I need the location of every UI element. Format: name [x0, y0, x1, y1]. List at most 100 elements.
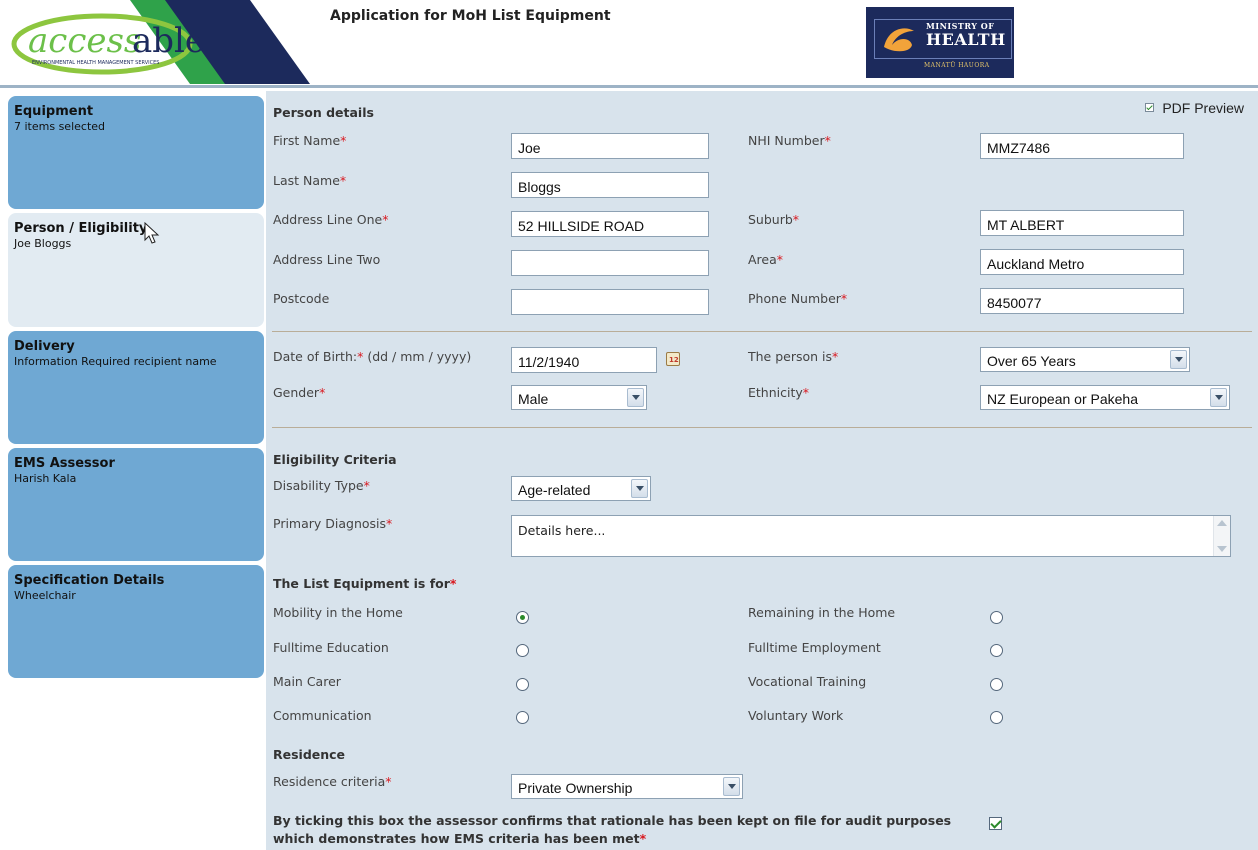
ministry-of-health-logo: MINISTRY OF HEALTH MANATŪ HAUORA: [866, 7, 1014, 78]
primary-diagnosis-label: Primary Diagnosis*: [273, 516, 392, 531]
required-marker: *: [363, 478, 370, 493]
select-value: Private Ownership: [518, 780, 633, 796]
moh-logo-line2: HEALTH: [926, 30, 1006, 49]
sidebar-item-subtitle: Information Required recipient name: [14, 355, 217, 368]
area-label: Area*: [748, 252, 783, 267]
person-is-label: The person is*: [748, 349, 838, 364]
chevron-down-icon[interactable]: [631, 479, 648, 498]
residence-criteria-select[interactable]: Private Ownership: [511, 774, 743, 799]
required-marker: *: [319, 385, 326, 400]
accessable-logo: access able ENVIRONMENTAL HEALTH MANAGEM…: [11, 0, 310, 84]
option-education-radio[interactable]: [516, 644, 529, 657]
pdf-preview-toggle[interactable]: PDF Preview: [1145, 100, 1244, 116]
textarea-value: Details here...: [518, 523, 606, 538]
option-remaining-radio[interactable]: [990, 611, 1003, 624]
moh-logo-line3: MANATŪ HAUORA: [924, 62, 990, 69]
label-text: Date of Birth:: [273, 349, 358, 364]
label-text: Area: [748, 252, 777, 267]
first-name-label: First Name*: [273, 133, 346, 148]
primary-diagnosis-textarea[interactable]: Details here...: [511, 515, 1231, 557]
eligibility-criteria-heading: Eligibility Criteria: [273, 452, 397, 467]
phone-number-field[interactable]: 8450077: [980, 288, 1184, 314]
logo-subtext: ENVIRONMENTAL HEALTH MANAGEMENT SERVICES: [32, 60, 159, 66]
select-value: Over 65 Years: [987, 353, 1076, 369]
option-mobility-label: Mobility in the Home: [273, 605, 403, 620]
person-is-select[interactable]: Over 65 Years: [980, 347, 1190, 372]
suburb-field[interactable]: MT ALBERT: [980, 210, 1184, 236]
required-marker: *: [386, 516, 393, 531]
residence-heading: Residence: [273, 747, 346, 762]
option-main-carer-radio[interactable]: [516, 678, 529, 691]
scroll-down-icon[interactable]: [1217, 546, 1227, 552]
chevron-down-icon[interactable]: [1210, 388, 1227, 407]
equipment-for-heading: The List Equipment is for*: [273, 576, 456, 591]
area-field[interactable]: Auckland Metro: [980, 249, 1184, 275]
address-line-two-field[interactable]: [511, 250, 709, 276]
audit-confirmation-checkbox[interactable]: [989, 817, 1002, 830]
nhi-number-field[interactable]: MMZ7486: [980, 133, 1184, 159]
last-name-field[interactable]: Bloggs: [511, 172, 709, 198]
logo-word-access: access: [28, 21, 141, 61]
option-mobility-radio[interactable]: [516, 611, 529, 624]
confirm-line-2: which demonstrates how EMS criteria has …: [273, 830, 951, 848]
sidebar-item-title: Specification Details: [14, 573, 165, 588]
confirm-line-2-text: which demonstrates how EMS criteria has …: [273, 831, 640, 846]
option-employment-radio[interactable]: [990, 644, 1003, 657]
required-marker: *: [385, 774, 392, 789]
heading-text: The List Equipment is for: [273, 576, 450, 591]
required-marker: *: [824, 133, 831, 148]
required-marker: *: [776, 252, 784, 267]
sidebar-item-title: Person / Eligibility: [14, 221, 148, 236]
required-marker: *: [840, 291, 848, 306]
option-voluntary-label: Voluntary Work: [748, 708, 844, 723]
first-name-field[interactable]: Joe: [511, 133, 709, 159]
moh-emblem-icon: [884, 28, 914, 52]
option-vocational-label: Vocational Training: [748, 674, 867, 689]
chevron-down-icon[interactable]: [627, 388, 644, 407]
gender-select[interactable]: Male: [511, 385, 647, 410]
disability-type-select[interactable]: Age-related: [511, 476, 651, 501]
residence-criteria-label: Residence criteria*: [273, 774, 391, 789]
label-text: The person is: [748, 349, 833, 364]
label-text: Gender: [273, 385, 320, 400]
app-header: access able ENVIRONMENTAL HEALTH MANAGEM…: [0, 0, 1258, 88]
option-main-carer-label: Main Carer: [273, 674, 341, 689]
option-remaining-label: Remaining in the Home: [748, 605, 896, 620]
label-text: Residence criteria: [273, 774, 386, 789]
calendar-icon[interactable]: 12: [666, 352, 680, 366]
sidebar-item-subtitle: Harish Kala: [14, 472, 77, 485]
address-line-one-field[interactable]: 52 HILLSIDE ROAD: [511, 211, 709, 237]
section-divider: [272, 331, 1252, 332]
chevron-down-icon[interactable]: [1170, 350, 1187, 369]
select-value: Age-related: [518, 482, 591, 498]
label-text: Phone Number: [748, 291, 841, 306]
chevron-down-icon[interactable]: [723, 777, 740, 796]
label-text: Suburb: [748, 212, 793, 227]
page-title: Application for MoH List Equipment: [330, 8, 611, 24]
label-text: NHI Number: [748, 133, 825, 148]
option-vocational-radio[interactable]: [990, 678, 1003, 691]
sidebar-item-delivery[interactable]: Delivery Information Required recipient …: [8, 331, 264, 444]
ethnicity-select[interactable]: NZ European or Pakeha: [980, 385, 1230, 410]
sidebar-item-ems-assessor[interactable]: EMS Assessor Harish Kala: [8, 448, 264, 561]
required-marker: *: [449, 576, 457, 591]
application-form: PDF Preview Person details First Name* J…: [266, 91, 1258, 850]
pdf-preview-checkbox[interactable]: [1145, 103, 1155, 112]
label-text: Primary Diagnosis: [273, 516, 387, 531]
textarea-scrollbar[interactable]: [1213, 516, 1230, 556]
scroll-up-icon[interactable]: [1217, 520, 1227, 526]
option-communication-radio[interactable]: [516, 711, 529, 724]
sidebar: Equipment 7 items selected Person / Elig…: [0, 88, 266, 850]
sidebar-item-title: Equipment: [14, 104, 94, 119]
dob-field[interactable]: 11/2/1940: [511, 347, 657, 373]
sidebar-item-equipment[interactable]: Equipment 7 items selected: [8, 96, 264, 209]
sidebar-item-person-eligibility[interactable]: Person / Eligibility Joe Bloggs: [8, 213, 264, 327]
option-voluntary-radio[interactable]: [990, 711, 1003, 724]
logo-word-able: able: [132, 21, 205, 61]
sidebar-item-specification-details[interactable]: Specification Details Wheelchair: [8, 565, 264, 678]
postcode-field[interactable]: [511, 289, 709, 315]
label-text: Ethnicity: [748, 385, 803, 400]
required-marker: *: [639, 831, 647, 846]
nhi-number-label: NHI Number*: [748, 133, 831, 148]
address-line-one-label: Address Line One*: [273, 212, 388, 227]
